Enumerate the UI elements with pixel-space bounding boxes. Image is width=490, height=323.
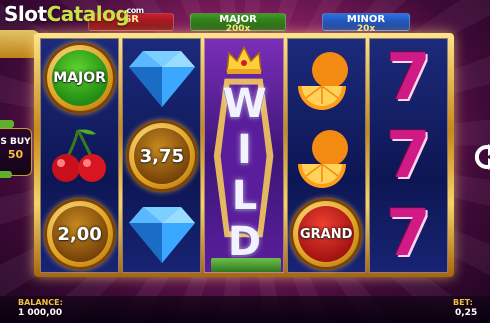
reel-4: GRAND [286, 38, 366, 273]
wild-label: WILD [221, 81, 268, 265]
watermark-catalog: Catalog [46, 2, 130, 26]
balance-label: BALANCE: [18, 298, 63, 307]
bet-value[interactable]: 0,25 [455, 308, 477, 318]
symbol-seven: 7 [370, 39, 447, 117]
coin-major-label: MAJOR [51, 50, 108, 106]
buy-panel-bottom-strip [0, 171, 12, 178]
coin-value-label: 3,75 [133, 128, 190, 184]
symbol-orange [288, 39, 365, 117]
reel-5: 7 7 7 [368, 38, 449, 273]
jackpot-minor: MINOR 20x [322, 13, 410, 34]
jackpot-major: MAJOR 200x [190, 13, 286, 34]
watermark-suffix: .com [124, 6, 144, 15]
orange-icon [298, 52, 349, 110]
reel-2: 3,75 [122, 38, 202, 273]
reel-3-wild: WILD [204, 38, 284, 273]
coin-grand-label: GRAND [298, 206, 355, 262]
symbol-diamond [123, 195, 200, 273]
coin-value-label: 2,00 [51, 206, 108, 262]
seven-label: 7 [386, 119, 431, 193]
buy-feature-label: S BUY [0, 137, 31, 147]
symbol-seven: 7 [370, 117, 447, 195]
refresh-arrow-icon[interactable] [474, 140, 490, 174]
seven-label: 7 [386, 197, 431, 271]
money-stack [211, 258, 282, 272]
reel-grid[interactable]: MAJOR 2,00 3,75 WILD GRAND 7 7 7 [40, 38, 449, 273]
symbol-coin-value: 2,00 [41, 195, 118, 273]
symbol-coin-value: 3,75 [123, 117, 200, 195]
watermark: SlotCatalog .com [4, 2, 144, 26]
crown-icon [226, 45, 263, 74]
diamond-icon [128, 207, 195, 263]
symbol-diamond [123, 39, 200, 117]
symbol-orange [288, 117, 365, 195]
diamond-icon [128, 51, 195, 107]
buy-feature-price: 50 [7, 148, 24, 161]
buy-feature-button[interactable]: S BUY 50 [0, 128, 32, 176]
watermark-slot: Slot [4, 2, 47, 26]
reel-1: MAJOR 2,00 [40, 38, 120, 273]
symbol-seven: 7 [370, 195, 447, 273]
balance-value: 1 000,00 [18, 308, 63, 318]
orange-icon [298, 130, 349, 188]
footer-bar [0, 296, 490, 323]
buy-panel-top-strip [0, 120, 14, 128]
wild-text: WILD [205, 81, 282, 265]
seven-label: 7 [386, 41, 431, 115]
symbol-coin-major: MAJOR [41, 39, 118, 117]
symbol-coin-grand: GRAND [288, 195, 365, 273]
symbol-cherries [41, 117, 118, 195]
bet-label: BET: [453, 298, 473, 307]
cherries-icon [51, 129, 106, 182]
